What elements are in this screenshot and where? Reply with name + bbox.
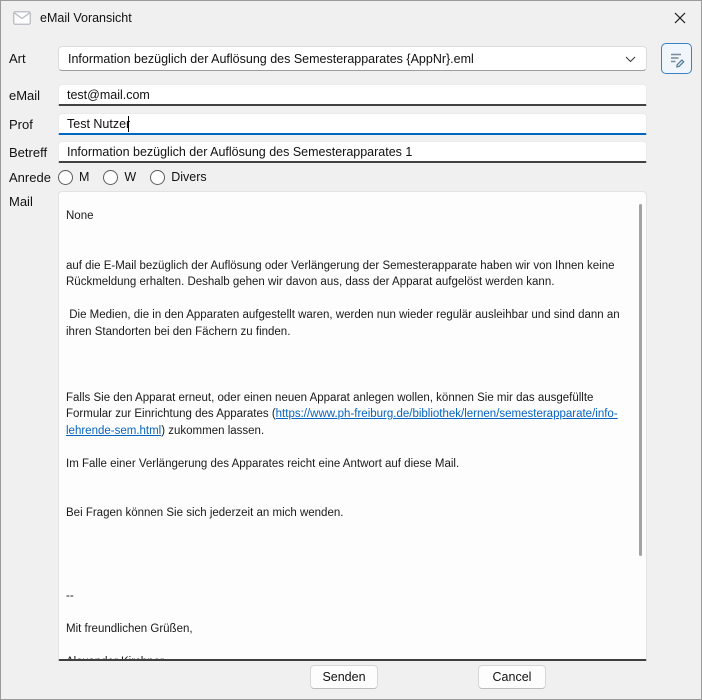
prof-input[interactable] xyxy=(58,113,647,135)
edit-list-icon xyxy=(668,50,686,68)
vertical-scrollbar-thumb[interactable] xyxy=(639,204,642,556)
anrede-radio-w[interactable] xyxy=(103,170,118,185)
art-row: Art Information bezüglich der Auflösung … xyxy=(9,46,701,71)
anrede-radio-m-label: M xyxy=(79,170,89,184)
anrede-radio-divers-label: Divers xyxy=(171,170,206,184)
footer: Senden Cancel xyxy=(1,665,701,689)
anrede-radio-w-label: W xyxy=(124,170,136,184)
anrede-row: Anrede M W Divers xyxy=(9,169,701,185)
mail-row: Mail None auf die E-Mail bezüglich der A… xyxy=(9,191,701,661)
betreff-input[interactable] xyxy=(58,141,647,163)
envelope-icon xyxy=(13,11,31,25)
betreff-row: Betreff xyxy=(9,141,701,163)
title-bar: eMail Voransicht xyxy=(1,1,701,35)
betreff-label: Betreff xyxy=(9,145,58,160)
chevron-down-icon xyxy=(625,56,636,63)
anrede-label: Anrede xyxy=(9,170,58,185)
mail-body-textbox[interactable]: None auf die E-Mail bezüglich der Auflös… xyxy=(58,191,647,661)
close-icon xyxy=(674,12,686,24)
email-preview-dialog: eMail Voransicht Art Information bezügli… xyxy=(0,0,702,700)
anrede-radio-m[interactable] xyxy=(58,170,73,185)
send-button[interactable]: Senden xyxy=(310,665,378,689)
prof-label: Prof xyxy=(9,117,58,132)
email-row: eMail xyxy=(9,84,701,106)
email-label: eMail xyxy=(9,88,58,103)
edit-template-button[interactable] xyxy=(661,43,692,74)
art-template-combobox[interactable]: Information bezüglich der Auflösung des … xyxy=(58,46,647,71)
window-title: eMail Voransicht xyxy=(40,11,665,25)
close-button[interactable] xyxy=(665,5,695,31)
text-caret xyxy=(128,116,129,132)
anrede-radio-group: M W Divers xyxy=(58,170,221,185)
art-combobox-value: Information bezüglich der Auflösung des … xyxy=(68,52,474,66)
email-input[interactable] xyxy=(58,84,647,106)
anrede-radio-divers[interactable] xyxy=(150,170,165,185)
cancel-button[interactable]: Cancel xyxy=(478,665,546,689)
mail-label: Mail xyxy=(9,191,58,209)
art-label: Art xyxy=(9,51,58,66)
mail-body-text: None auf die E-Mail bezüglich der Auflös… xyxy=(66,208,630,655)
prof-row: Prof xyxy=(9,113,701,135)
mail-body-link[interactable]: https://www.ph-freiburg.de/bibliothek/le… xyxy=(66,408,618,437)
